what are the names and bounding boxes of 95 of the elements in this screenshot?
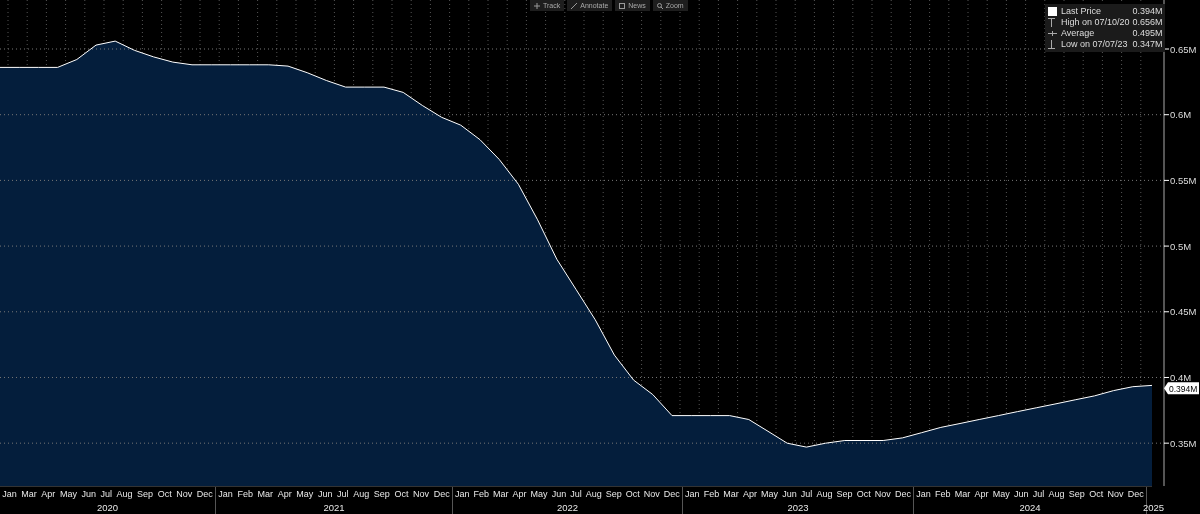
year-label: 2022	[556, 501, 579, 514]
month-label: Aug	[353, 488, 370, 501]
month-label: Sep	[605, 488, 622, 501]
month-label: May	[530, 488, 548, 501]
month-label: Jun	[782, 488, 797, 501]
month-label: Dec	[196, 488, 213, 501]
axis-label: 0.4M	[1163, 371, 1192, 383]
month-label: Sep	[137, 488, 154, 501]
month-label: Mar	[954, 488, 971, 501]
pen-icon	[571, 2, 578, 9]
month-label: Jan	[2, 488, 17, 501]
month-label: May	[992, 488, 1010, 501]
month-label: Mar	[21, 488, 37, 501]
month-label: Aug	[116, 488, 133, 501]
month-label: Jul	[337, 488, 349, 501]
average-marker-icon	[1048, 30, 1057, 37]
month-label: Aug	[1048, 488, 1065, 501]
axis-label: 0.6M	[1163, 109, 1192, 121]
month-label: Apr	[742, 488, 757, 501]
month-label: Nov	[643, 488, 660, 501]
month-label: May	[59, 488, 77, 501]
axis-label: 0.55M	[1163, 174, 1197, 186]
legend-label: Low on 07/07/23	[1061, 39, 1129, 50]
legend-value: 0.495M	[1132, 28, 1163, 39]
year-label: 2020	[96, 501, 119, 514]
low-marker-icon	[1048, 40, 1055, 49]
y-tick-label: 0.55M	[1170, 174, 1197, 186]
month-label: Jul	[800, 488, 813, 501]
month-label: Dec	[1127, 488, 1144, 501]
axis-label: 0.35M	[1163, 437, 1197, 449]
axis-label: 0.65M	[1163, 43, 1197, 55]
month-label: Jan	[916, 488, 931, 501]
month-label: Nov	[413, 488, 430, 501]
legend-label: Average	[1061, 28, 1096, 39]
y-tick-label: 0.5M	[1170, 240, 1192, 252]
month-label: Apr	[974, 488, 989, 501]
high-marker-icon	[1048, 18, 1055, 27]
month-label: Feb	[934, 488, 951, 501]
month-label: Mar	[723, 488, 739, 501]
legend-label: High on 07/10/20	[1061, 17, 1130, 28]
month-label: Jul	[1032, 488, 1045, 501]
y-tick-label: 0.6M	[1170, 109, 1192, 121]
month-label: Dec	[663, 488, 680, 501]
month-label: Jan	[455, 488, 470, 501]
y-tick-label: 0.4M	[1170, 371, 1192, 383]
month-label: Dec	[433, 488, 450, 501]
plus-icon	[534, 2, 540, 9]
legend-label: Last Price	[1061, 6, 1103, 17]
month-label: Jun	[551, 488, 567, 501]
square-icon	[1048, 7, 1057, 16]
month-label: Dec	[894, 488, 911, 501]
month-label: Oct	[625, 488, 640, 501]
month-label: Sep	[1068, 488, 1085, 501]
month-label: May	[296, 488, 314, 501]
month-label: Sep	[836, 488, 853, 501]
year-label: 2025	[1142, 501, 1165, 514]
month-label: Aug	[816, 488, 833, 501]
month-label: Feb	[237, 488, 253, 501]
month-label: Apr	[41, 488, 56, 501]
month-label: Jun	[1014, 488, 1029, 501]
month-label: Feb	[703, 488, 720, 501]
month-label: Feb	[473, 488, 490, 501]
month-label: Jan	[685, 488, 700, 501]
month-label: Jul	[100, 488, 112, 501]
month-label: Oct	[1089, 488, 1104, 501]
month-label: Mar	[493, 488, 509, 501]
month-label: Nov	[874, 488, 891, 501]
year-label: 2024	[1019, 501, 1041, 514]
axis-label: 0.45M	[1163, 306, 1197, 318]
month-label: Oct	[157, 488, 172, 501]
month-label: Nov	[1107, 488, 1124, 501]
legend-value: 0.394M	[1132, 6, 1163, 17]
month-label: Jun	[81, 488, 96, 501]
month-label: Jun	[317, 488, 333, 501]
y-tick-label: 0.65M	[1170, 43, 1197, 55]
year-label: 2023	[787, 501, 809, 514]
y-tick-label: 0.35M	[1170, 437, 1197, 449]
y-tick-label: 0.45M	[1170, 306, 1197, 318]
search-icon	[656, 2, 663, 9]
month-label: Apr	[277, 488, 292, 501]
year-label: 2021	[323, 501, 345, 514]
month-label: Mar	[257, 488, 274, 501]
axis-label: 0.5M	[1163, 240, 1192, 252]
month-label: Nov	[176, 488, 193, 501]
month-label: Aug	[585, 488, 602, 501]
month-label: Apr	[512, 488, 527, 501]
legend-value: 0.347M	[1132, 39, 1163, 50]
month-label: Oct	[394, 488, 409, 501]
month-label: May	[761, 488, 779, 501]
month-label: Sep	[373, 488, 390, 501]
price-tag: 0.394M	[1164, 382, 1199, 395]
legend-value: 0.656M	[1132, 17, 1163, 28]
month-label: Jul	[570, 488, 582, 501]
month-label: Jan	[218, 488, 233, 501]
month-label: Oct	[856, 488, 871, 501]
